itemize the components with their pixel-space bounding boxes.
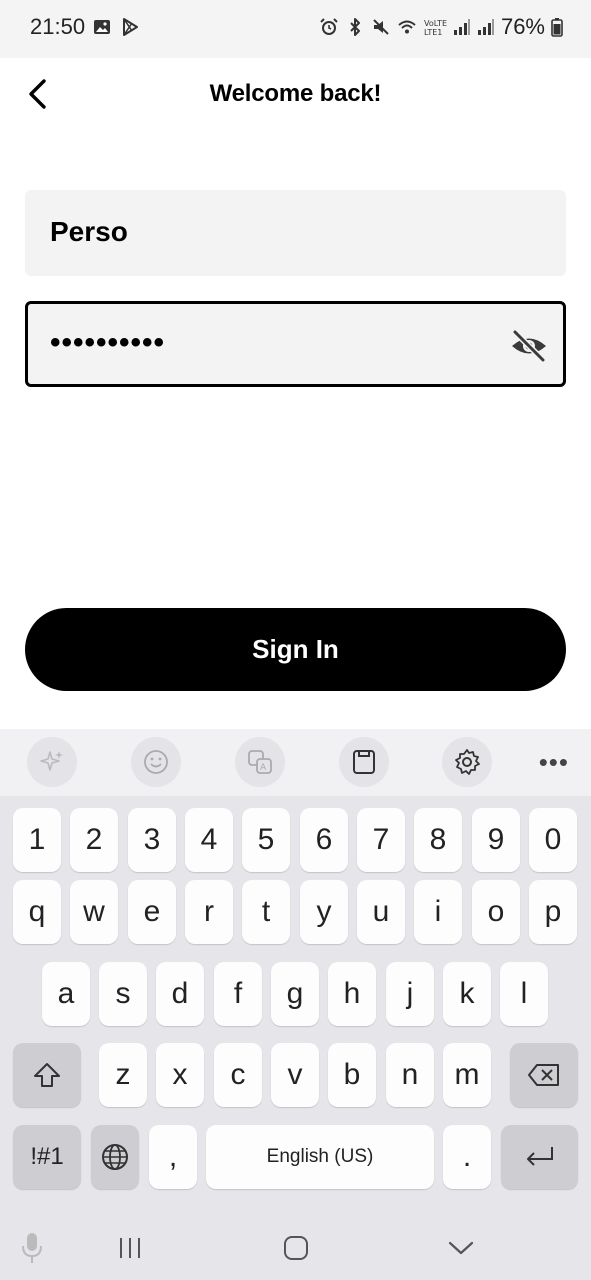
backspace-icon	[528, 1064, 559, 1086]
key-h[interactable]: h	[328, 962, 376, 1026]
key-c[interactable]: c	[214, 1043, 262, 1107]
key-8[interactable]: 8	[414, 808, 462, 872]
sign-in-button[interactable]: Sign In	[25, 608, 566, 691]
shift-key[interactable]	[13, 1043, 81, 1107]
volte-icon: VoLTELTE1	[424, 19, 447, 37]
status-right-icons: VoLTE LTE1 76%	[319, 14, 563, 40]
comma-key[interactable]: ,	[149, 1125, 197, 1189]
key-1[interactable]: 1	[13, 808, 61, 872]
voice-input-button[interactable]	[12, 1230, 52, 1266]
bluetooth-icon	[350, 18, 360, 36]
key-6[interactable]: 6	[300, 808, 348, 872]
key-i[interactable]: i	[414, 880, 462, 944]
key-t[interactable]: t	[242, 880, 290, 944]
signal-icon-1	[453, 19, 470, 35]
password-field[interactable]: ••••••••••	[25, 301, 566, 387]
emoji-button[interactable]	[131, 737, 181, 787]
key-q[interactable]: q	[13, 880, 61, 944]
enter-key[interactable]	[501, 1125, 578, 1189]
svg-text:LTE1: LTE1	[424, 28, 442, 37]
svg-text:A: A	[260, 763, 267, 773]
key-4[interactable]: 4	[185, 808, 233, 872]
recent-apps-icon	[120, 1238, 140, 1258]
language-key[interactable]	[91, 1125, 139, 1189]
key-w[interactable]: w	[70, 880, 118, 944]
translate-icon: A	[248, 750, 272, 774]
username-field[interactable]: Perso	[25, 190, 566, 276]
shift-icon	[34, 1063, 60, 1087]
username-value: Perso	[50, 216, 128, 247]
home-icon	[284, 1236, 308, 1260]
signal-icon-2	[477, 19, 494, 35]
microphone-icon	[22, 1233, 42, 1263]
gallery-notification-icon	[94, 20, 110, 34]
status-left-icons	[92, 17, 140, 37]
sparkle-icon	[40, 751, 63, 771]
enter-icon	[526, 1147, 553, 1166]
key-m[interactable]: m	[443, 1043, 491, 1107]
key-2[interactable]: 2	[70, 808, 118, 872]
chevron-down-icon	[448, 1241, 474, 1255]
keyboard-toolbar: A •••	[0, 729, 591, 796]
password-value: ••••••••••	[50, 326, 166, 359]
key-f[interactable]: f	[214, 962, 262, 1026]
key-0[interactable]: 0	[529, 808, 577, 872]
translate-button[interactable]: A	[235, 737, 285, 787]
key-e[interactable]: e	[128, 880, 176, 944]
eye-off-icon	[512, 329, 546, 363]
key-p[interactable]: p	[529, 880, 577, 944]
key-k[interactable]: k	[443, 962, 491, 1026]
key-g[interactable]: g	[271, 962, 319, 1026]
navigation-bar	[0, 1216, 591, 1280]
status-time: 21:50	[30, 14, 86, 39]
key-z[interactable]: z	[99, 1043, 147, 1107]
key-l[interactable]: l	[500, 962, 548, 1026]
keyboard: 1 2 3 4 5 6 7 8 9 0 q w e r t y u i o p …	[0, 796, 591, 1216]
key-7[interactable]: 7	[357, 808, 405, 872]
mute-icon	[373, 19, 389, 35]
globe-icon	[102, 1144, 128, 1170]
hide-keyboard-button[interactable]	[441, 1230, 481, 1266]
smiley-icon	[144, 750, 168, 774]
gear-icon	[455, 749, 480, 775]
app-header: Welcome back!	[0, 58, 591, 130]
page-title: Welcome back!	[209, 80, 382, 107]
key-j[interactable]: j	[386, 962, 434, 1026]
battery-icon	[551, 18, 563, 37]
play-store-notification-icon	[123, 18, 138, 36]
recent-apps-button[interactable]	[110, 1230, 150, 1266]
alarm-icon	[320, 18, 338, 35]
clipboard-button[interactable]	[339, 737, 389, 787]
key-u[interactable]: u	[357, 880, 405, 944]
space-key[interactable]: English (US)	[206, 1125, 434, 1189]
status-bar: 21:50 VoLTE LTE1 76%	[0, 0, 591, 58]
key-b[interactable]: b	[328, 1043, 376, 1107]
key-n[interactable]: n	[386, 1043, 434, 1107]
home-button[interactable]	[276, 1230, 316, 1266]
more-options-icon[interactable]: •••	[539, 747, 569, 778]
clipboard-icon	[353, 750, 375, 774]
toggle-password-visibility-button[interactable]	[509, 328, 549, 364]
key-v[interactable]: v	[271, 1043, 319, 1107]
key-5[interactable]: 5	[242, 808, 290, 872]
battery-percent: 76%	[500, 14, 545, 39]
backspace-key[interactable]	[510, 1043, 578, 1107]
ai-sparkle-button[interactable]	[27, 737, 77, 787]
wifi-icon	[398, 20, 416, 34]
key-3[interactable]: 3	[128, 808, 176, 872]
key-o[interactable]: o	[472, 880, 520, 944]
period-key[interactable]: .	[443, 1125, 491, 1189]
key-y[interactable]: y	[300, 880, 348, 944]
key-x[interactable]: x	[156, 1043, 204, 1107]
svg-text:VoLTE: VoLTE	[424, 19, 447, 28]
key-s[interactable]: s	[99, 962, 147, 1026]
key-r[interactable]: r	[185, 880, 233, 944]
key-a[interactable]: a	[42, 962, 90, 1026]
key-9[interactable]: 9	[472, 808, 520, 872]
symbols-key[interactable]: !#1	[13, 1125, 81, 1189]
keyboard-settings-button[interactable]	[442, 737, 492, 787]
key-d[interactable]: d	[156, 962, 204, 1026]
